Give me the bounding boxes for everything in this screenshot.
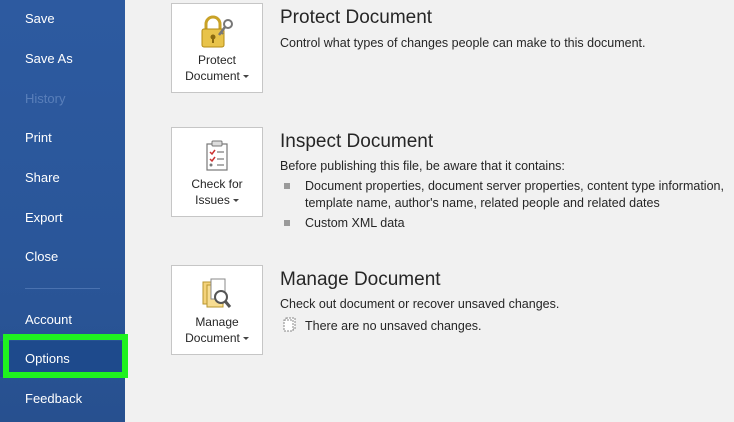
manage-document-description: Check out document or recover unsaved ch… bbox=[280, 297, 560, 311]
manage-button-label-line2: Document bbox=[185, 331, 240, 345]
sidebar-item-save[interactable]: Save bbox=[0, 1, 125, 37]
chevron-down-icon bbox=[232, 199, 239, 203]
chevron-down-icon bbox=[242, 75, 249, 79]
sidebar-item-options[interactable]: Options bbox=[0, 341, 125, 377]
protect-document-button[interactable]: Protect Document bbox=[171, 3, 263, 93]
manage-document-button[interactable]: Manage Document bbox=[171, 265, 263, 355]
protect-document-description: Control what types of changes people can… bbox=[280, 36, 646, 50]
list-item: Custom XML data bbox=[283, 215, 724, 232]
document-search-icon bbox=[172, 274, 262, 314]
check-issues-label-line1: Check for bbox=[191, 177, 243, 191]
unsaved-changes-text: There are no unsaved changes. bbox=[305, 319, 482, 333]
sidebar-item-history: History bbox=[25, 91, 66, 106]
sidebar-item-close[interactable]: Close bbox=[0, 239, 125, 275]
sidebar-item-print[interactable]: Print bbox=[0, 120, 125, 156]
manage-document-title: Manage Document bbox=[280, 269, 441, 290]
document-icon bbox=[283, 317, 297, 335]
sidebar-item-account[interactable]: Account bbox=[0, 302, 125, 338]
inspect-document-description: Before publishing this file, be aware th… bbox=[280, 159, 565, 173]
check-issues-label-line2: Issues bbox=[195, 193, 230, 207]
sidebar-divider bbox=[25, 288, 100, 289]
chevron-down-icon bbox=[242, 337, 249, 341]
protect-button-label-line2: Document bbox=[185, 69, 240, 83]
sidebar-item-share[interactable]: Share bbox=[0, 160, 125, 196]
checklist-icon bbox=[172, 136, 262, 176]
bullet-square-icon bbox=[284, 183, 290, 189]
unsaved-changes-note: There are no unsaved changes. bbox=[283, 317, 482, 335]
check-for-issues-button[interactable]: Check for Issues bbox=[171, 127, 263, 217]
lock-key-icon bbox=[172, 12, 262, 52]
sidebar-item-save-as[interactable]: Save As bbox=[0, 41, 125, 77]
list-item: template name, author's name, related pe… bbox=[305, 196, 660, 210]
sidebar-item-feedback[interactable]: Feedback bbox=[0, 381, 125, 417]
inspect-bullet-list: Document properties, document server pro… bbox=[283, 178, 724, 232]
inspect-document-title: Inspect Document bbox=[280, 131, 434, 152]
list-item: Document properties, document server pro… bbox=[283, 178, 724, 195]
bullet-square-icon bbox=[284, 220, 290, 226]
protect-button-label-line1: Protect bbox=[197, 53, 236, 67]
sidebar-item-export[interactable]: Export bbox=[0, 200, 125, 236]
manage-button-label-line1: Manage bbox=[195, 315, 239, 329]
backstage-sidebar: Save Save As History Print Share Export … bbox=[0, 0, 125, 422]
protect-document-title: Protect Document bbox=[280, 7, 433, 28]
